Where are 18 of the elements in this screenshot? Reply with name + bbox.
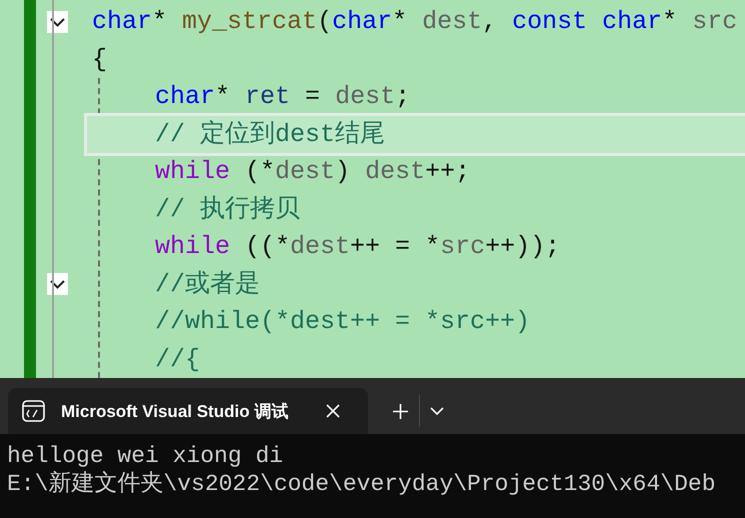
terminal-tab[interactable]: Microsoft Visual Studio 调试 xyxy=(8,388,368,434)
code-line: while (*dest) dest++; xyxy=(155,156,472,188)
code-line: //while(*dest++ = *src++) xyxy=(155,306,532,338)
chevron-down-icon[interactable] xyxy=(430,406,444,416)
code-line: char* my_strcat(char* dest, const char* src xyxy=(92,6,738,38)
console-output-line: E:\新建文件夹\vs2022\code\everyday\Project130\x64\Deb xyxy=(7,470,716,498)
console-icon xyxy=(22,400,45,422)
collapse-icon[interactable] xyxy=(46,273,68,296)
code-line: //{ xyxy=(155,344,202,376)
collapse-icon[interactable] xyxy=(46,10,68,33)
code-line: { xyxy=(92,44,108,76)
plus-icon[interactable] xyxy=(392,402,409,420)
code-line: // 执行拷贝 xyxy=(155,194,302,226)
code-line: //或者是 xyxy=(155,268,262,300)
code-line: while ((*dest++ = *src++)); xyxy=(155,231,562,263)
console-output-line: helloge wei xiong di xyxy=(7,442,284,470)
code-line: char* ret = dest; xyxy=(155,81,412,113)
close-icon[interactable] xyxy=(325,403,341,419)
